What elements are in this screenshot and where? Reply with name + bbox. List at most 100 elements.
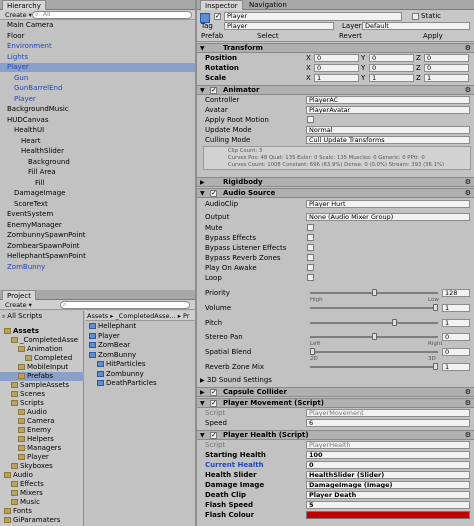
panel-divider[interactable] — [195, 0, 197, 526]
hierarchy-item[interactable]: Lights — [0, 53, 195, 62]
prefab-select-button[interactable]: Select — [257, 31, 279, 41]
volume-slider-knob[interactable] — [433, 304, 438, 311]
controller-field[interactable]: PlayerAC — [306, 96, 470, 104]
player-health-header[interactable]: ▼ Player Health (Script) ⚙ — [197, 430, 474, 440]
health-slider-field[interactable]: HealthSlider (Slider) — [306, 471, 470, 479]
gear-icon[interactable]: ⚙ — [465, 388, 471, 397]
reverb-zone-mix-slider-knob[interactable] — [433, 363, 438, 370]
project-folder[interactable]: Skyboxes — [0, 462, 84, 471]
hierarchy-search-input[interactable]: ⌕ All — [32, 11, 192, 19]
hierarchy-item[interactable]: ScoreText — [0, 200, 195, 209]
project-file[interactable]: Zombunny — [85, 370, 195, 379]
project-folder[interactable]: Completed — [0, 354, 84, 363]
hierarchy-item[interactable]: Fill — [0, 179, 195, 188]
bypass-reverb-toggle[interactable] — [307, 254, 314, 261]
death-clip-field[interactable]: Player Death — [306, 491, 470, 499]
project-file[interactable]: Player — [85, 332, 195, 341]
pitch-slider-knob[interactable] — [392, 319, 397, 326]
project-folder[interactable]: _CompletedAsse — [0, 336, 84, 345]
active-toggle[interactable] — [214, 12, 221, 21]
project-create-button[interactable]: Create ▾ — [2, 301, 35, 309]
update-mode-dropdown[interactable]: Normal — [306, 126, 470, 134]
hierarchy-item[interactable]: Main Camera — [0, 21, 195, 30]
bypass-effects-toggle[interactable] — [307, 234, 314, 241]
gear-icon[interactable]: ⚙ — [465, 44, 471, 53]
rotation-y-field[interactable]: 0 — [369, 64, 414, 72]
position-y-field[interactable]: 0 — [369, 54, 414, 62]
rigidbody-header[interactable]: ▶ Rigidbody ⚙ — [197, 177, 474, 187]
audio-source-header[interactable]: ▼ Audio Source ⚙ — [197, 188, 474, 198]
tab-inspector[interactable]: Inspector — [200, 0, 243, 10]
flash-colour-swatch[interactable] — [306, 511, 470, 519]
hierarchy-item[interactable]: Gun — [0, 74, 195, 83]
3d-sound-settings-foldout[interactable]: ▶ 3D Sound Settings — [200, 375, 272, 385]
hierarchy-item[interactable]: Floor — [0, 32, 195, 41]
hierarchy-item[interactable]: Player — [0, 95, 195, 104]
priority-value-field[interactable]: 128 — [442, 289, 470, 297]
project-folder[interactable]: Scenes — [0, 390, 84, 399]
speed-field[interactable]: 6 — [306, 419, 470, 427]
position-x-field[interactable]: 0 — [314, 54, 359, 62]
stereo-pan-slider[interactable] — [310, 332, 438, 342]
project-folder[interactable]: SampleAssets — [0, 381, 84, 390]
project-file[interactable]: ZomBear — [85, 341, 195, 350]
volume-value-field[interactable]: 1 — [442, 304, 470, 312]
prefab-revert-button[interactable]: Revert — [339, 31, 362, 41]
project-folder[interactable]: Music — [0, 498, 84, 507]
scale-y-field[interactable]: 1 — [369, 74, 414, 82]
project-folder[interactable]: MobileInput — [0, 363, 84, 372]
project-folder[interactable]: Assets — [0, 327, 84, 336]
audioclip-field[interactable]: Player Hurt — [306, 200, 470, 208]
reverb-zone-mix-value-field[interactable]: 1 — [442, 363, 470, 371]
current-health-field[interactable]: 0 — [306, 461, 470, 469]
loop-toggle[interactable] — [307, 274, 314, 281]
tab-hierarchy[interactable]: Hierarchy — [2, 0, 46, 10]
rotation-x-field[interactable]: 0 — [314, 64, 359, 72]
static-toggle[interactable] — [412, 13, 419, 20]
scale-z-field[interactable]: 1 — [424, 74, 469, 82]
culling-mode-dropdown[interactable]: Cull Update Transforms — [306, 136, 470, 144]
project-search-input[interactable]: ⌕ — [60, 301, 190, 309]
project-folder[interactable]: Animation — [0, 345, 84, 354]
tag-dropdown[interactable]: Player — [224, 22, 334, 30]
hierarchy-item[interactable]: HealthUI — [0, 126, 195, 135]
priority-slider[interactable] — [310, 288, 438, 298]
project-folder[interactable]: Mixers — [0, 489, 84, 498]
project-folder[interactable]: Helpers — [0, 435, 84, 444]
gear-icon[interactable]: ⚙ — [465, 431, 471, 440]
priority-slider-knob[interactable] — [372, 289, 377, 296]
hierarchy-item[interactable]: Background — [0, 158, 195, 167]
project-folder[interactable]: Player — [0, 453, 84, 462]
project-folder[interactable]: Managers — [0, 444, 84, 453]
gear-icon[interactable]: ⚙ — [465, 189, 471, 198]
transform-header[interactable]: ▼ Transform ⚙ — [197, 43, 474, 53]
hierarchy-item[interactable]: HellephantSpawnPoint — [0, 252, 195, 261]
project-folder[interactable]: Effects — [0, 480, 84, 489]
project-file[interactable]: Hellephant — [85, 322, 195, 331]
hierarchy-item[interactable]: ZombearSpawnPoint — [0, 242, 195, 251]
reverb-zone-mix-slider[interactable] — [310, 362, 438, 372]
bypass-listener-toggle[interactable] — [307, 244, 314, 251]
spatial-blend-slider[interactable] — [310, 347, 438, 357]
project-folder[interactable]: GiParamaters — [0, 516, 84, 525]
hierarchy-item[interactable]: DamageImage — [0, 189, 195, 198]
hierarchy-item[interactable]: ZomBunny — [0, 263, 195, 272]
capsule-enabled-toggle[interactable] — [210, 388, 217, 397]
pitch-slider[interactable] — [310, 318, 438, 328]
output-field[interactable]: None (Audio Mixer Group) — [306, 213, 470, 221]
player-movement-header[interactable]: ▼ Player Movement (Script) ⚙ — [197, 398, 474, 408]
hierarchy-item[interactable]: EnemyManager — [0, 221, 195, 230]
object-name-field[interactable]: Player — [224, 12, 402, 21]
avatar-field[interactable]: PlayerAvatar — [306, 106, 470, 114]
tab-project[interactable]: Project — [2, 290, 36, 300]
hierarchy-item[interactable]: Heart — [0, 137, 195, 146]
hierarchy-item[interactable]: HealthSlider — [0, 147, 195, 156]
project-folder[interactable]: Fonts — [0, 507, 84, 516]
tab-navigation[interactable]: Navigation — [245, 0, 291, 10]
animator-header[interactable]: ▼ Animator ⚙ — [197, 85, 474, 95]
prefab-apply-button[interactable]: Apply — [423, 31, 443, 41]
gear-icon[interactable]: ⚙ — [465, 178, 471, 187]
spatial-blend-value-field[interactable]: 0 — [442, 348, 470, 356]
hierarchy-create-button[interactable]: Create ▾ — [2, 11, 35, 19]
pitch-value-field[interactable]: 1 — [442, 319, 470, 327]
